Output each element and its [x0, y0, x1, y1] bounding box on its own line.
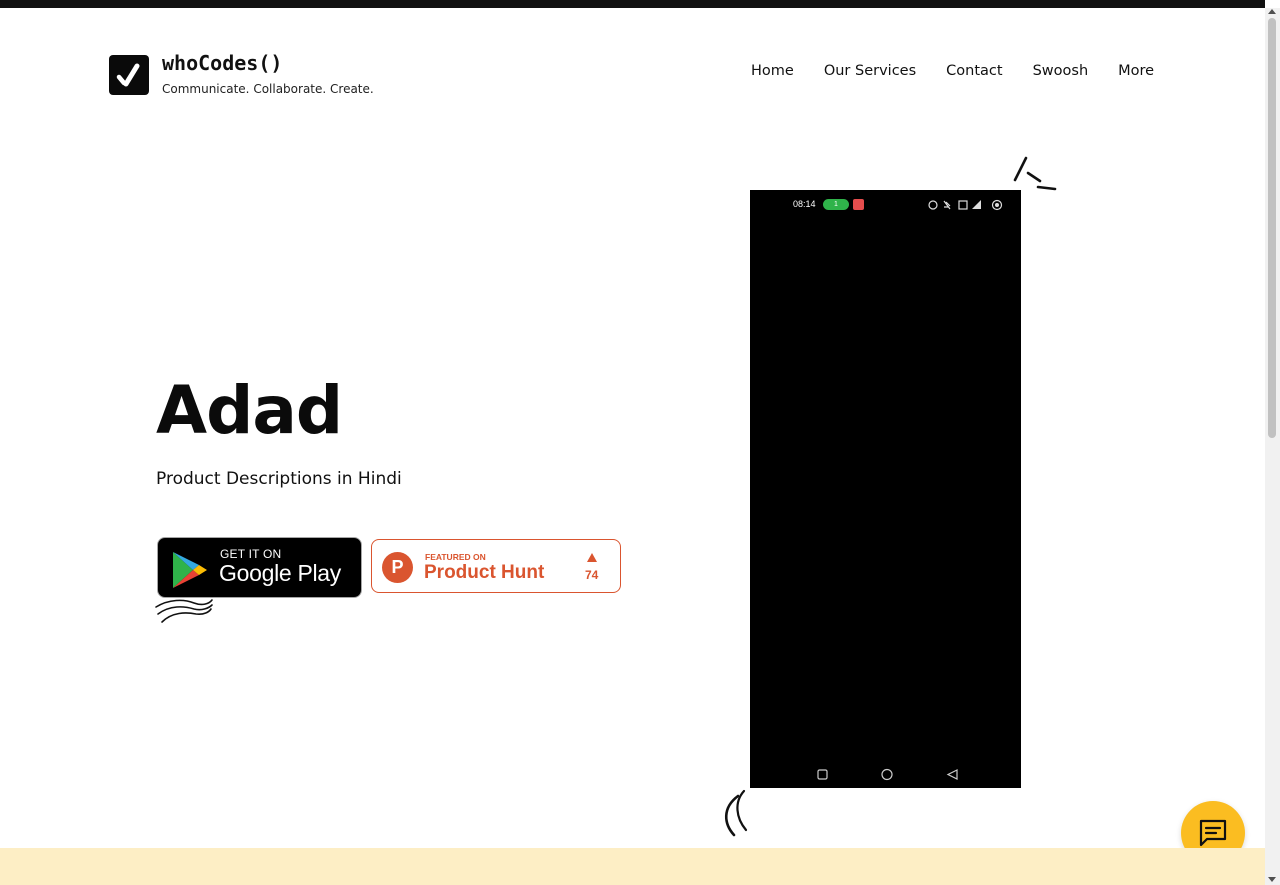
nav-swoosh[interactable]: Swoosh: [1033, 63, 1089, 79]
google-play-big-text: Google Play: [219, 560, 341, 586]
wave-scribble-icon: [155, 599, 213, 623]
google-play-logo-icon: [173, 552, 207, 588]
chat-message-icon: [1199, 819, 1227, 847]
product-hunt-votes: 74: [585, 568, 599, 582]
hero-subtitle: Product Descriptions in Hindi: [156, 469, 402, 489]
nav-contact[interactable]: Contact: [946, 63, 1002, 79]
product-hunt-badge[interactable]: P FEATURED ON Product Hunt 74: [371, 539, 621, 593]
product-hunt-small-text: FEATURED ON: [425, 552, 486, 562]
google-play-small-text: GET IT ON: [220, 547, 282, 561]
nav-more[interactable]: More: [1118, 63, 1154, 79]
curve-lines-icon: [724, 789, 748, 837]
scroll-thumb[interactable]: [1268, 18, 1276, 438]
phone-time: 08:14: [793, 199, 816, 209]
brand-name[interactable]: whoCodes(): [162, 51, 282, 75]
phone-notification-icon: [853, 199, 864, 210]
product-hunt-big-text: Product Hunt: [424, 562, 545, 583]
brand-logo[interactable]: [109, 55, 149, 95]
main-nav: Home Our Services Contact Swoosh More: [751, 63, 1154, 79]
top-bar: [0, 0, 1265, 8]
phone-status-pill: 1: [823, 199, 849, 210]
phone-status-icons: [928, 199, 1003, 211]
upvote-arrow-icon: [587, 553, 597, 562]
product-hunt-logo-icon: P: [382, 552, 413, 583]
phone-nav-bar: [817, 768, 958, 781]
hero-title: Adad: [156, 372, 343, 449]
nav-home[interactable]: Home: [751, 63, 794, 79]
scroll-down-arrow-icon[interactable]: [1268, 877, 1276, 882]
nav-our-services[interactable]: Our Services: [824, 63, 916, 79]
brand-tagline: Communicate. Collaborate. Create.: [162, 82, 374, 96]
checkmark-slash-icon: [116, 63, 140, 87]
google-play-badge[interactable]: GET IT ON Google Play: [157, 537, 362, 598]
scroll-up-arrow-icon[interactable]: [1268, 9, 1276, 14]
phone-screenshot: 08:14 1: [750, 190, 1021, 788]
bottom-band: [0, 848, 1265, 885]
spark-lines-icon: [1013, 156, 1057, 191]
page-scrollbar[interactable]: [1265, 8, 1280, 885]
